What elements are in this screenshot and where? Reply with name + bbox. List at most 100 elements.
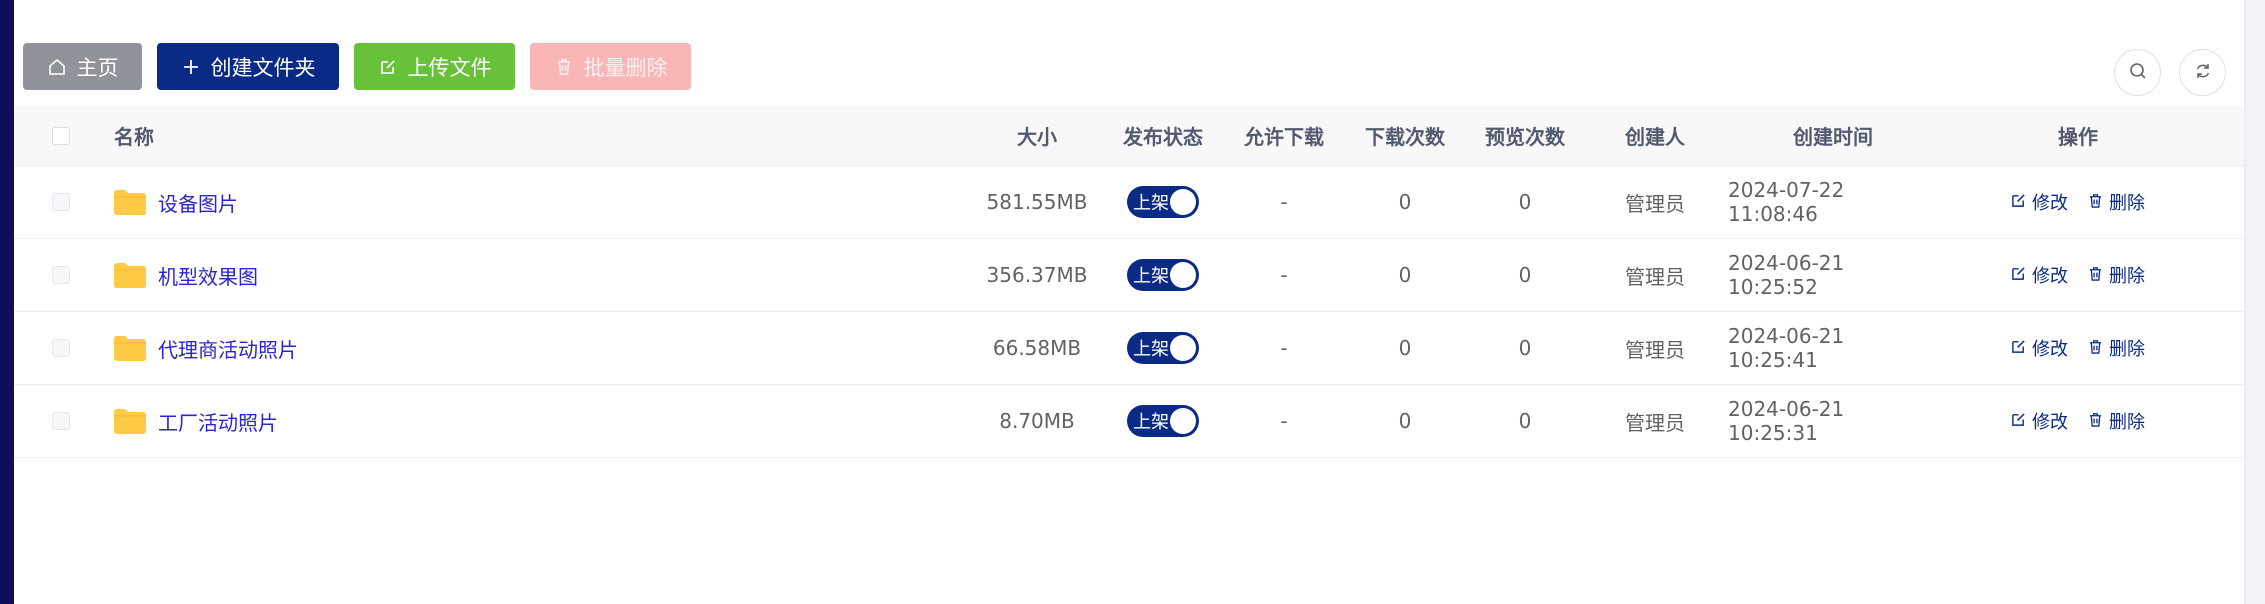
previews-cell: 0 [1518, 336, 1532, 360]
folder-icon [114, 335, 146, 361]
search-icon [2128, 61, 2148, 85]
size-cell: 356.37MB [986, 263, 1088, 287]
folder-name-link[interactable]: 设备图片 [158, 188, 238, 217]
trash-icon [2088, 411, 2103, 432]
publish-switch[interactable]: 上架 [1127, 405, 1199, 437]
delete-label: 删除 [2109, 412, 2145, 433]
allow-download-cell: - [1280, 336, 1288, 360]
status-cell: 上架 [1100, 259, 1226, 291]
row-select-cell [14, 193, 94, 211]
header-actions: 操作 [2058, 125, 2098, 149]
header-downloads: 下载次数 [1365, 125, 1445, 149]
delete-label: 删除 [2109, 339, 2145, 360]
allow-download-cell: - [1280, 263, 1288, 287]
actions-cell: 修改 删除 [1938, 262, 2218, 288]
downloads-cell: 0 [1398, 336, 1412, 360]
switch-knob [1170, 408, 1196, 434]
edit-label: 修改 [2032, 266, 2068, 287]
row-checkbox[interactable] [52, 193, 70, 211]
folder-name-link[interactable]: 代理商活动照片 [158, 334, 298, 363]
header-allow-download: 允许下载 [1244, 125, 1324, 149]
actions-cell: 修改 删除 [1938, 408, 2218, 434]
created-at-cell: 2024-06-21 10:25:31 [1728, 397, 1845, 445]
edit-label: 修改 [2032, 412, 2068, 433]
edit-button[interactable]: 修改 [2011, 335, 2068, 361]
actions-cell: 修改 删除 [1938, 189, 2218, 215]
publish-switch[interactable]: 上架 [1127, 259, 1199, 291]
select-all-checkbox[interactable] [52, 126, 70, 145]
row-checkbox[interactable] [52, 266, 70, 284]
delete-label: 删除 [2109, 266, 2145, 287]
folder-icon [114, 189, 146, 215]
switch-label: 上架 [1133, 266, 1169, 287]
delete-button[interactable]: 删除 [2088, 335, 2145, 361]
row-select-cell [14, 266, 94, 284]
status-cell: 上架 [1100, 405, 1226, 437]
created-at-cell: 2024-06-21 10:25:52 [1728, 251, 1845, 299]
edit-icon [378, 57, 398, 77]
delete-button[interactable]: 删除 [2088, 262, 2145, 288]
switch-knob [1170, 189, 1196, 215]
allow-download-cell: - [1280, 190, 1288, 214]
actions-cell: 修改 删除 [1938, 335, 2218, 361]
creator-cell: 管理员 [1625, 337, 1685, 362]
name-cell: 工厂活动照片 [94, 407, 974, 436]
home-button-label: 主页 [76, 55, 119, 80]
name-cell: 设备图片 [94, 188, 974, 217]
size-cell: 8.70MB [999, 409, 1075, 433]
header-size[interactable]: 大小 [974, 121, 1100, 150]
size-cell: 581.55MB [986, 190, 1088, 214]
edit-icon [2011, 338, 2026, 359]
header-creator: 创建人 [1625, 125, 1685, 149]
row-checkbox[interactable] [52, 339, 70, 357]
home-button[interactable]: 主页 [23, 43, 142, 90]
switch-label: 上架 [1133, 339, 1169, 360]
edit-button[interactable]: 修改 [2011, 262, 2068, 288]
edit-button[interactable]: 修改 [2011, 408, 2068, 434]
folder-name-link[interactable]: 机型效果图 [158, 261, 258, 290]
folder-icon [114, 262, 146, 288]
row-select-cell [14, 412, 94, 430]
previews-cell: 0 [1518, 409, 1532, 433]
edit-icon [2011, 192, 2026, 213]
folder-icon [114, 408, 146, 434]
edit-button[interactable]: 修改 [2011, 189, 2068, 215]
header-created-at: 创建时间 [1793, 125, 1873, 149]
header-status: 发布状态 [1123, 125, 1203, 149]
downloads-cell: 0 [1398, 409, 1412, 433]
creator-cell: 管理员 [1625, 410, 1685, 435]
name-cell: 代理商活动照片 [94, 334, 974, 363]
allow-download-cell: - [1280, 409, 1288, 433]
switch-label: 上架 [1133, 193, 1169, 214]
page-scrollbar[interactable] [2244, 0, 2265, 604]
delete-button[interactable]: 删除 [2088, 408, 2145, 434]
row-checkbox[interactable] [52, 412, 70, 430]
search-toggle-button[interactable] [2114, 49, 2161, 96]
create-folder-button[interactable]: 创建文件夹 [157, 43, 339, 90]
table-row: 代理商活动照片 66.58MB 上架 - 0 0 管理员 2024-06-21 … [14, 312, 2244, 385]
refresh-button[interactable] [2179, 49, 2226, 96]
batch-delete-button[interactable]: 批量删除 [530, 43, 691, 90]
trash-icon [554, 57, 574, 77]
delete-button[interactable]: 删除 [2088, 189, 2145, 215]
trash-icon [2088, 338, 2103, 359]
home-icon [47, 57, 67, 77]
previews-cell: 0 [1518, 190, 1532, 214]
edit-label: 修改 [2032, 193, 2068, 214]
file-table: 名称 大小 发布状态 允许下载 下载次数 预览次数 创建人 创建时间 操作 设备… [14, 106, 2244, 458]
size-cell: 66.58MB [992, 336, 1082, 360]
previews-cell: 0 [1518, 263, 1532, 287]
upload-file-label: 上传文件 [407, 55, 492, 80]
publish-switch[interactable]: 上架 [1127, 332, 1199, 364]
switch-knob [1170, 262, 1196, 288]
publish-switch[interactable]: 上架 [1127, 186, 1199, 218]
trash-icon [2088, 265, 2103, 286]
header-name[interactable]: 名称 [94, 121, 974, 150]
batch-delete-label: 批量删除 [583, 55, 668, 80]
created-at-cell: 2024-07-22 11:08:46 [1728, 178, 1845, 226]
table-row: 工厂活动照片 8.70MB 上架 - 0 0 管理员 2024-06-21 10… [14, 385, 2244, 458]
folder-name-link[interactable]: 工厂活动照片 [158, 407, 278, 436]
select-all-cell [14, 126, 94, 145]
status-cell: 上架 [1100, 332, 1226, 364]
upload-file-button[interactable]: 上传文件 [354, 43, 515, 90]
